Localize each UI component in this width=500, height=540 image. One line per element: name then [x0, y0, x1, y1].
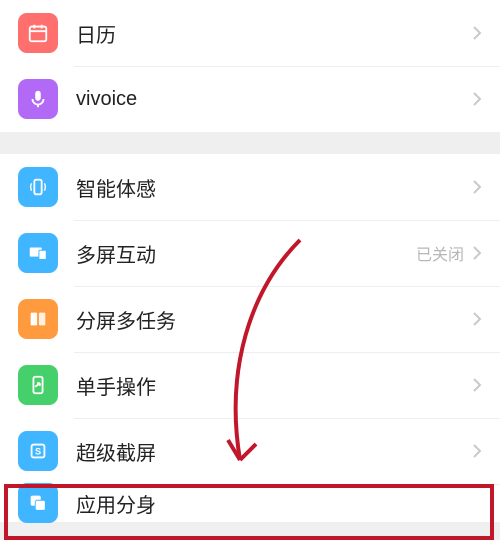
section-gap: [0, 132, 500, 154]
row-label: 分屏多任务: [76, 305, 472, 334]
row-label: 超级截屏: [76, 437, 472, 466]
settings-row-screenshot[interactable]: S 超级截屏: [0, 418, 500, 484]
settings-group-2: 智能体感 多屏互动 已关闭 分屏多任务 单手操作 S: [0, 154, 500, 522]
settings-row-splitscreen[interactable]: 分屏多任务: [0, 286, 500, 352]
appclone-icon: [18, 483, 58, 523]
splitscreen-icon: [18, 299, 58, 339]
calendar-icon: [18, 13, 58, 53]
onehand-icon: [18, 365, 58, 405]
row-label: 多屏互动: [76, 239, 416, 268]
chevron-right-icon: [472, 91, 482, 107]
row-label: vivoice: [76, 88, 472, 111]
row-label: 单手操作: [76, 371, 472, 400]
chevron-right-icon: [472, 377, 482, 393]
row-label: 应用分身: [76, 489, 482, 518]
row-label: 日历: [76, 19, 472, 48]
row-status: 已关闭: [416, 241, 464, 265]
row-label: 智能体感: [76, 173, 472, 202]
phone-motion-icon: [18, 167, 58, 207]
settings-group-1: 日历 vivoice: [0, 0, 500, 132]
settings-row-onehand[interactable]: 单手操作: [0, 352, 500, 418]
mic-icon: [18, 79, 58, 119]
chevron-right-icon: [472, 245, 482, 261]
settings-row-vivoice[interactable]: vivoice: [0, 66, 500, 132]
svg-text:S: S: [35, 447, 41, 457]
settings-row-calendar[interactable]: 日历: [0, 0, 500, 66]
settings-row-motion[interactable]: 智能体感: [0, 154, 500, 220]
chevron-right-icon: [472, 311, 482, 327]
multiscreen-icon: [18, 233, 58, 273]
chevron-right-icon: [472, 25, 482, 41]
screenshot-icon: S: [18, 431, 58, 471]
settings-row-appclone[interactable]: 应用分身: [0, 484, 500, 522]
settings-row-multiscreen[interactable]: 多屏互动 已关闭: [0, 220, 500, 286]
chevron-right-icon: [472, 179, 482, 195]
chevron-right-icon: [472, 443, 482, 459]
